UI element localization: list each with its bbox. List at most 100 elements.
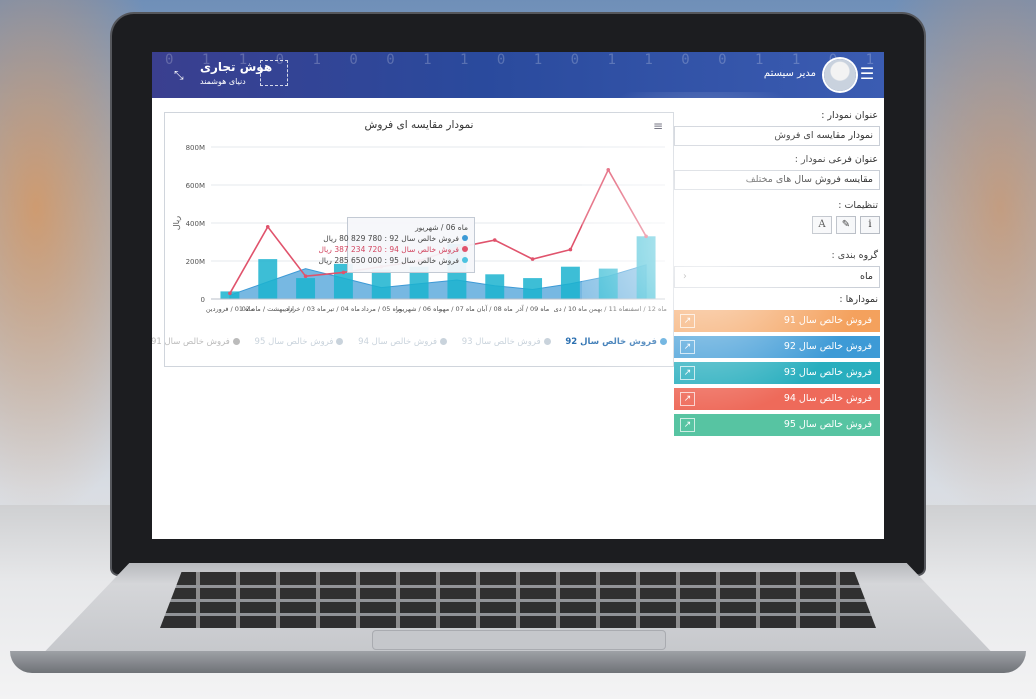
- info-button[interactable]: i: [860, 216, 880, 234]
- y-tick-label: 0: [201, 296, 205, 304]
- chart-title-input[interactable]: نمودار مقایسه ای فروش: [674, 126, 880, 146]
- group-by-select[interactable]: ماه ‹: [674, 266, 880, 288]
- laptop-keyboard: [160, 572, 876, 628]
- line-point: [644, 234, 648, 239]
- line-point: [530, 257, 535, 261]
- chart-bar: [258, 259, 278, 299]
- style-brush-button[interactable]: ✎: [836, 216, 856, 234]
- tooltip-row-text: فروش خالص سال 94 : 720 234 387 ریال: [318, 245, 459, 254]
- series-label: فروش خالص سال 91: [783, 315, 872, 326]
- line-chart-icon[interactable]: ↗: [680, 392, 695, 406]
- series-item-94[interactable]: فروش خالص سال 94 ↗: [674, 388, 880, 410]
- legend-item-92[interactable]: فروش خالص سال 92: [565, 337, 667, 347]
- tooltip-row-text: فروش خالص سال 95 : 000 650 285 ریال: [318, 256, 459, 265]
- line-point: [492, 238, 497, 242]
- legend-label: فروش خالص سال 91: [152, 337, 230, 347]
- tooltip-row: فروش خالص سال 92 : 780 829 80 ریال: [323, 233, 468, 244]
- chevron-down-icon: ‹: [683, 271, 687, 282]
- tooltip-dot-icon: [462, 257, 468, 263]
- font-button[interactable]: A: [812, 216, 832, 234]
- app-header: 1 0 1 1 0 0 1 1 0 1 0 1 1 0 0 1 0 1 1 0 …: [152, 52, 884, 98]
- laptop-base-front: [10, 651, 1026, 673]
- legend-label: فروش خالص سال 92: [565, 337, 657, 347]
- group-by-value: ماه: [860, 271, 873, 282]
- line-chart-icon[interactable]: ↗: [680, 314, 695, 328]
- line-point: [568, 247, 573, 252]
- chart-bar: [598, 268, 618, 299]
- chart-bar: [636, 236, 656, 299]
- chart-bar: [523, 278, 543, 299]
- logo-tagline: دنیای هوشمند: [200, 77, 246, 86]
- legend-dot-icon: [440, 338, 448, 345]
- settings-panel: عنوان نمودار : نمودار مقایسه ای فروش عنو…: [670, 102, 884, 502]
- x-tick-label: ماه 07 / مهر: [438, 305, 475, 313]
- hamburger-icon[interactable]: ☰: [858, 65, 876, 83]
- tooltip-dot-icon: [462, 235, 468, 241]
- series-item-93[interactable]: فروش خالص سال 93 ↗: [674, 362, 880, 384]
- line-point: [341, 270, 346, 275]
- avatar[interactable]: [824, 59, 856, 91]
- y-tick-label: 400M: [186, 220, 205, 228]
- chart-bar: [560, 266, 580, 299]
- y-tick-label: 200M: [186, 258, 205, 266]
- tooltip-row: فروش خالص سال 95 : 000 650 285 ریال: [318, 255, 468, 266]
- legend-dot-icon: [336, 338, 344, 345]
- chart-title-label: عنوان نمودار :: [821, 110, 878, 121]
- legend-label: فروش خالص سال 95: [254, 337, 334, 347]
- chart-card: نمودار مقایسه ای فروش ≡ 0 200M 400M 600M 800…: [152, 112, 674, 367]
- series-label: فروش خالص سال 93: [783, 367, 872, 378]
- line-point: [606, 168, 611, 172]
- series-item-91[interactable]: فروش خالص سال 91 ↗: [674, 310, 880, 332]
- collapse-arrows-icon[interactable]: ⤡: [174, 68, 184, 83]
- line-point: [228, 291, 232, 296]
- tooltip-dot-icon: [462, 246, 468, 252]
- line-chart-icon[interactable]: ↗: [680, 366, 695, 380]
- line-chart-icon[interactable]: ↗: [680, 418, 695, 432]
- app-logo: هوش تجاری دنیای هوشمند: [200, 60, 296, 90]
- tooltip-row-text: فروش خالص سال 92 : 780 829 80 ریال: [323, 234, 459, 243]
- chart-subtitle-input[interactable]: مقایسه فروش سال های مختلف: [674, 170, 880, 190]
- laptop-trackpad: [372, 630, 666, 650]
- app-screen: 1 0 1 1 0 0 1 1 0 1 0 1 1 0 0 1 0 1 1 0 …: [152, 52, 884, 539]
- settings-label: تنظیمات :: [838, 200, 878, 211]
- legend-label: فروش خالص سال 93: [461, 337, 541, 347]
- chart-tooltip: ماه 06 / شهریور فروش خالص سال 92 : 780 8…: [318, 217, 475, 273]
- charts-label: نمودارها :: [839, 294, 878, 305]
- series-label: فروش خالص سال 95: [783, 419, 872, 430]
- x-tick-label: ماه 10 / دی: [554, 305, 588, 313]
- x-tick-label: ماه 03 / خرداد: [285, 305, 326, 313]
- chart-subtitle-label: عنوان فرعی نمودار :: [794, 154, 878, 165]
- chart-bar: [371, 269, 391, 299]
- y-axis-label: ریال: [172, 216, 181, 230]
- legend-dot-icon: [232, 338, 240, 345]
- series-item-92[interactable]: فروش خالص سال 92 ↗: [674, 336, 880, 358]
- chart-bar: [296, 278, 316, 299]
- x-tick-label: ماه 09 / آذر: [515, 304, 549, 313]
- logo-mark-icon: [260, 60, 288, 86]
- x-tick-label: ماه 08 / آبان: [477, 304, 513, 313]
- legend-label: فروش خالص سال 94: [358, 337, 438, 347]
- series-label: فروش خالص سال 94: [783, 393, 872, 404]
- username-label: مدیر سیستم: [763, 68, 816, 79]
- x-tick-label: ماه 04 / تیر: [326, 305, 360, 313]
- tooltip-row: فروش خالص سال 94 : 720 234 387 ریال: [318, 244, 468, 255]
- chart-legend: فروش خالص سال 92 فروش خالص سال 93 فروش خ…: [152, 337, 673, 347]
- legend-dot-icon: [543, 338, 551, 345]
- legend-item-94[interactable]: فروش خالص سال 94: [358, 337, 448, 347]
- tooltip-header: ماه 06 / شهریور: [415, 223, 468, 232]
- legend-dot-icon: [660, 338, 667, 345]
- line-chart-icon[interactable]: ↗: [680, 340, 695, 354]
- legend-item-91[interactable]: فروش خالص سال 91: [152, 337, 240, 347]
- y-tick-label: 800M: [186, 144, 205, 152]
- x-tick-label: ماه 12 / اسفند: [625, 305, 666, 313]
- y-tick-label: 600M: [186, 182, 205, 190]
- x-tick-label: ماه 11 / بهمن: [589, 305, 628, 313]
- chart-bar: [485, 274, 505, 299]
- group-by-label: گروه بندی :: [831, 250, 878, 261]
- legend-item-95[interactable]: فروش خالص سال 95: [255, 337, 344, 347]
- legend-item-93[interactable]: فروش خالص سال 93: [462, 337, 551, 347]
- line-point: [265, 225, 270, 229]
- series-item-95[interactable]: فروش خالص سال 95 ↗: [674, 414, 880, 436]
- x-tick-label: ماه 06 / شهریور: [395, 305, 442, 313]
- line-point: [303, 274, 308, 278]
